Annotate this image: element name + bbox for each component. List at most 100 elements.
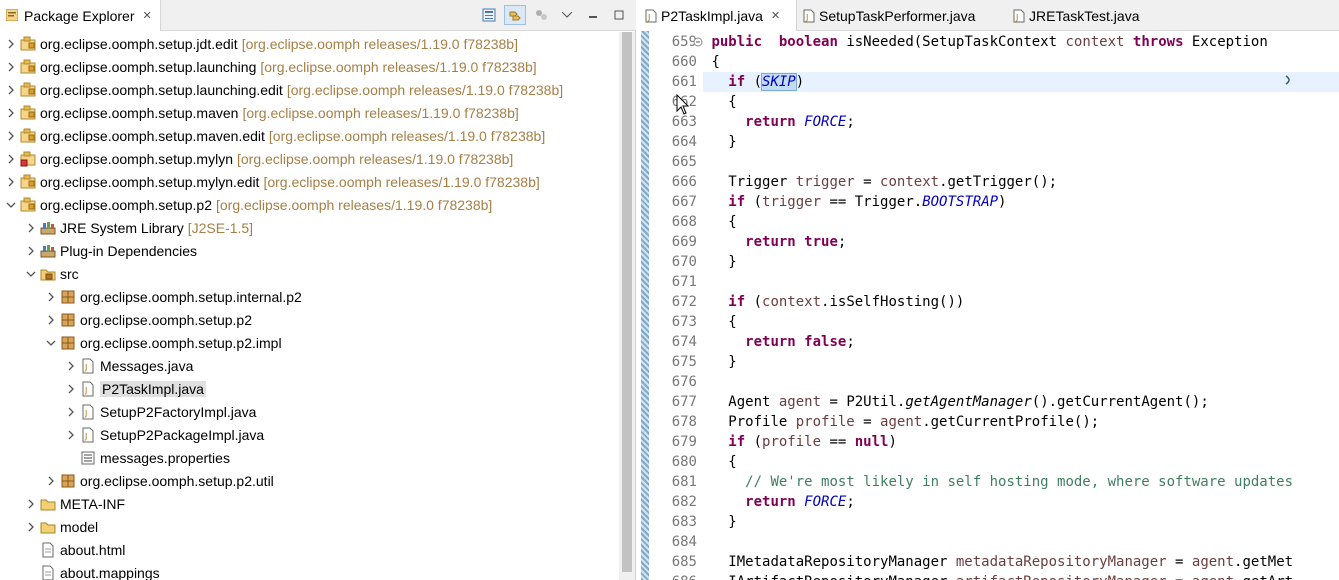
chevron-right-icon[interactable] <box>4 60 18 74</box>
code-line[interactable]: return true; <box>703 232 1339 252</box>
chevron-down-icon[interactable] <box>44 336 58 350</box>
code-line[interactable]: { <box>703 312 1339 332</box>
collapse-all-button[interactable] <box>478 5 500 25</box>
tree-item[interactable]: Plug-in Dependencies <box>0 239 620 262</box>
package-explorer-tab[interactable]: Package Explorer ✕ <box>0 0 161 31</box>
code-line[interactable]: return false; <box>703 332 1339 352</box>
tree-item[interactable]: org.eclipse.oomph.setup.jdt.edit [org.ecl… <box>0 32 620 55</box>
chevron-right-icon[interactable] <box>24 244 38 258</box>
code-line[interactable] <box>703 372 1339 392</box>
tree-item[interactable]: org.eclipse.oomph.setup.maven.edit [org.e… <box>0 124 620 147</box>
tree-item[interactable]: J P2TaskImpl.java <box>0 377 620 400</box>
chevron-right-icon[interactable] <box>24 497 38 511</box>
chevron-right-icon[interactable] <box>4 175 18 189</box>
chevron-right-icon[interactable] <box>4 37 18 51</box>
chevron-right-icon[interactable] <box>44 474 58 488</box>
code-area[interactable]: public boolean isNeeded(SetupTaskContext… <box>703 31 1339 580</box>
code-line[interactable]: { <box>703 92 1339 112</box>
chevron-right-icon[interactable] <box>64 382 78 396</box>
tree-item[interactable]: org.eclipse.oomph.setup.maven [org.eclips… <box>0 101 620 124</box>
tree-item[interactable]: JRE System Library [J2SE-1.5] <box>0 216 620 239</box>
package-tree[interactable]: org.eclipse.oomph.setup.jdt.edit [org.ecl… <box>0 32 620 580</box>
tree-item[interactable]: messages.properties <box>0 446 620 469</box>
code-text: isNeeded(SetupTaskContext <box>837 34 1066 50</box>
link-with-editor-button[interactable] <box>504 5 526 25</box>
editor-tab-setuptaskperformer[interactable]: J SetupTaskPerformer.java <box>795 0 995 31</box>
code-line[interactable]: return FORCE; <box>703 492 1339 512</box>
tree-item[interactable]: org.eclipse.oomph.setup.p2 <box>0 308 620 331</box>
maximize-button[interactable] <box>608 5 630 25</box>
code-line[interactable]: } <box>703 132 1339 152</box>
overview-ruler[interactable] <box>641 31 649 580</box>
code-line[interactable]: if (trigger == Trigger.BOOTSTRAP) <box>703 192 1339 212</box>
editor-tab-jretasktest[interactable]: J JRETaskTest.java <box>1005 0 1175 31</box>
chevron-right-icon[interactable] <box>24 221 38 235</box>
chevron-down-icon[interactable] <box>24 267 38 281</box>
tree-item[interactable]: org.eclipse.oomph.setup.launching [org.ec… <box>0 55 620 78</box>
code-line[interactable]: if (profile == null) <box>703 432 1339 452</box>
editor-tab-p2taskimpl[interactable]: J P2TaskImpl.java ✕ <box>637 0 797 31</box>
focus-on-active-task-button[interactable] <box>530 5 552 25</box>
tree-item[interactable]: about.html <box>0 538 620 561</box>
explorer-scrollbar[interactable] <box>619 32 635 580</box>
chevron-right-icon[interactable] <box>4 129 18 143</box>
code-line[interactable]: { <box>703 212 1339 232</box>
close-icon[interactable]: ✕ <box>143 9 152 22</box>
code-line[interactable]: { <box>703 452 1339 472</box>
code-line[interactable]: return FORCE; <box>703 112 1339 132</box>
code-line[interactable]: if (context.isSelfHosting()) <box>703 292 1339 312</box>
code-line[interactable]: IArtifactRepositoryManager artifactRepos… <box>703 572 1339 580</box>
tree-item-label: org.eclipse.oomph.setup.p2 <box>80 311 252 328</box>
chevron-right-icon[interactable] <box>4 106 18 120</box>
chevron-right-icon[interactable] <box>64 428 78 442</box>
tree-item[interactable]: org.eclipse.oomph.setup.mylyn [org.eclips… <box>0 147 620 170</box>
chevron-right-icon[interactable] <box>64 405 78 419</box>
chevron-down-icon[interactable] <box>4 198 18 212</box>
code-line[interactable]: Profile profile = agent.getCurrentProfil… <box>703 412 1339 432</box>
code-line[interactable] <box>703 532 1339 552</box>
tree-item[interactable]: about.mappings <box>0 561 620 580</box>
code-line[interactable]: } <box>703 512 1339 532</box>
code-line[interactable]: Agent agent = P2Util.getAgentManager().g… <box>703 392 1339 412</box>
java-file-icon: J <box>80 404 96 420</box>
tree-item[interactable]: META-INF <box>0 492 620 515</box>
code-line[interactable]: } <box>703 252 1339 272</box>
chevron-right-icon[interactable] <box>44 313 58 327</box>
tree-item[interactable]: org.eclipse.oomph.setup.internal.p2 <box>0 285 620 308</box>
code-line[interactable] <box>703 272 1339 292</box>
chevron-right-icon[interactable] <box>4 83 18 97</box>
tree-item[interactable]: model <box>0 515 620 538</box>
code-line[interactable]: IMetadataRepositoryManager metadataRepos… <box>703 552 1339 572</box>
chevron-right-icon[interactable] <box>44 290 58 304</box>
code-line[interactable]: { <box>703 52 1339 72</box>
tree-item[interactable]: org.eclipse.oomph.setup.launching.edit [o… <box>0 78 620 101</box>
tree-item[interactable]: org.eclipse.oomph.setup.p2.impl <box>0 331 620 354</box>
close-icon[interactable]: ✕ <box>771 9 780 22</box>
chevron-right-icon[interactable] <box>4 152 18 166</box>
code-line[interactable] <box>703 152 1339 172</box>
explorer-scrollbar-thumb[interactable] <box>622 32 632 572</box>
tree-item[interactable]: J Messages.java <box>0 354 620 377</box>
line-number: 668 <box>671 214 697 230</box>
tree-item[interactable]: J SetupP2FactoryImpl.java <box>0 400 620 423</box>
code-token-kw: return <box>745 234 796 250</box>
chevron-right-icon[interactable] <box>24 520 38 534</box>
tree-item[interactable]: org.eclipse.oomph.setup.mylyn.edit [org.e… <box>0 170 620 193</box>
tree-item[interactable]: src <box>0 262 620 285</box>
chevron-right-icon[interactable] <box>64 359 78 373</box>
fold-collapse-icon[interactable] <box>693 37 703 47</box>
code-line[interactable]: // We're most likely in self hosting mod… <box>703 472 1339 492</box>
code-line[interactable]: public boolean isNeeded(SetupTaskContext… <box>703 32 1339 52</box>
tree-item[interactable]: org.eclipse.oomph.setup.p2 [org.eclipse.o… <box>0 193 620 216</box>
code-text: == Trigger. <box>821 194 923 210</box>
tree-item[interactable]: J SetupP2PackageImpl.java <box>0 423 620 446</box>
code-line[interactable]: Trigger trigger = context.getTrigger(); <box>703 172 1339 192</box>
view-menu-button[interactable] <box>556 5 578 25</box>
code-line[interactable]: if (SKIP) <box>703 72 1339 92</box>
minimize-button[interactable] <box>582 5 604 25</box>
tree-item[interactable]: org.eclipse.oomph.setup.p2.util <box>0 469 620 492</box>
line-number: 678 <box>671 414 697 430</box>
code-line[interactable]: } <box>703 352 1339 372</box>
